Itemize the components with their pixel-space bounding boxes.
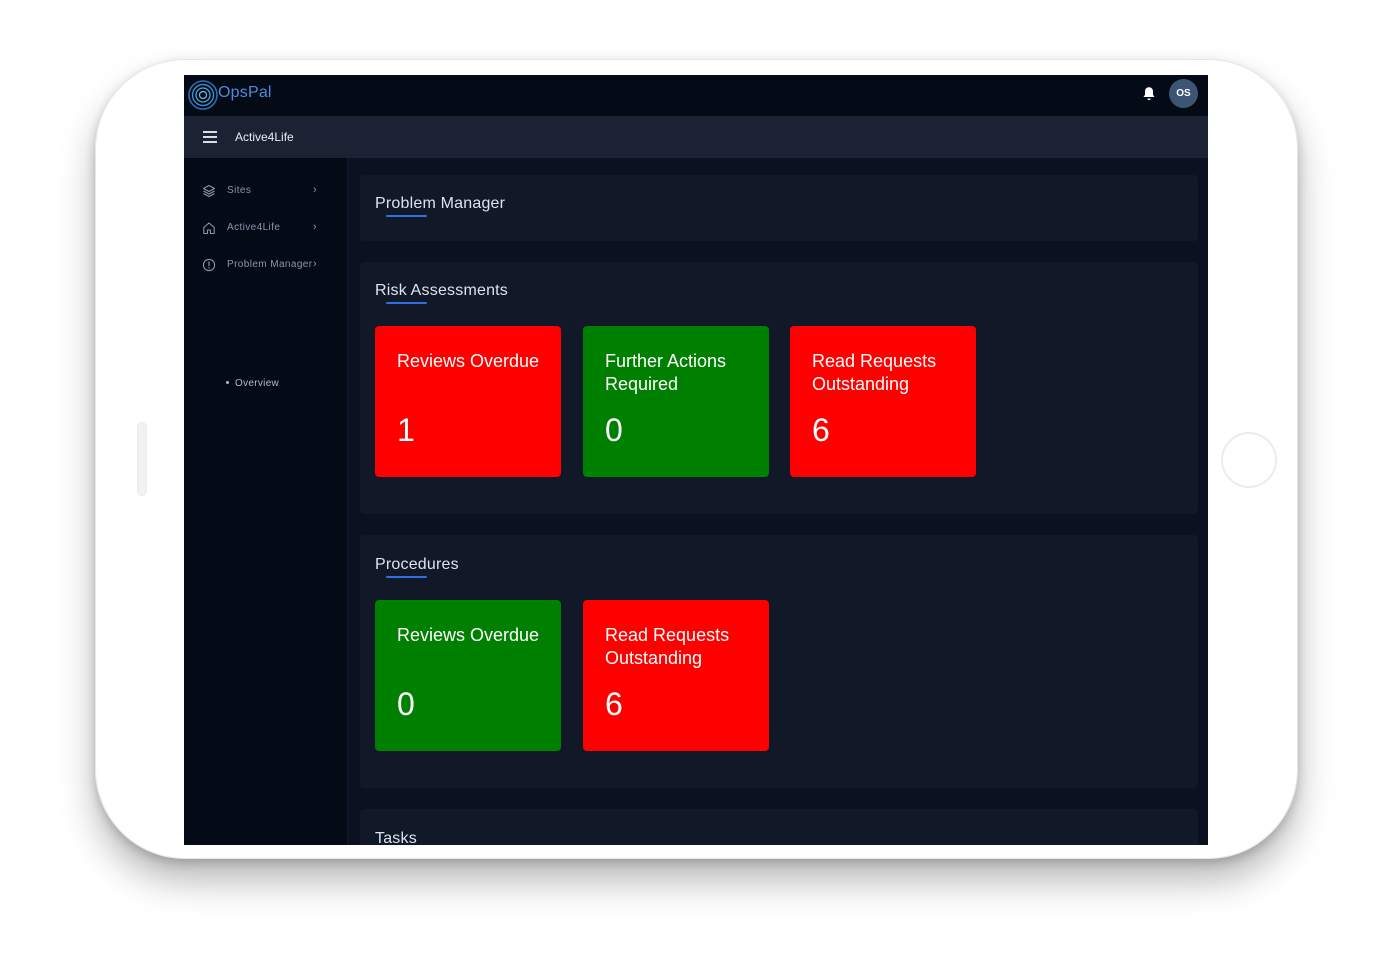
chevron-right-icon: › (313, 184, 317, 196)
sidebar: Sites › Active4Life › Problem Manager › … (184, 158, 348, 845)
tile-value: 1 (397, 412, 415, 448)
current-organisation: Active4Life (235, 130, 294, 144)
sidebar-subitem-label: Overview (235, 378, 280, 389)
opspal-logo-icon[interactable] (187, 79, 219, 111)
tasks-section: Tasks (360, 809, 1198, 845)
tile-proc-read-requests[interactable]: Read Requests Outstanding 6 (583, 600, 769, 751)
app-name: OpsPal (218, 84, 272, 101)
page-header-card: Problem Manager (360, 175, 1198, 241)
tile-value: 0 (605, 412, 623, 448)
tile-ra-reviews-overdue[interactable]: Reviews Overdue 1 (375, 326, 561, 477)
chevron-right-icon: › (313, 258, 317, 270)
tile-ra-read-requests[interactable]: Read Requests Outstanding 6 (790, 326, 976, 477)
sidebar-item-problem-manager[interactable]: Problem Manager › (202, 257, 342, 275)
context-bar: Active4Life (184, 116, 1208, 158)
tile-label: Read Requests Outstanding (812, 351, 937, 394)
tile-label: Further Actions Required (605, 351, 727, 394)
chevron-right-icon: › (313, 221, 317, 233)
title-underline (386, 215, 427, 217)
menu-toggle-icon[interactable] (203, 131, 217, 143)
tile-proc-reviews-overdue[interactable]: Reviews Overdue 0 (375, 600, 561, 751)
alert-circle-icon (202, 258, 216, 272)
sidebar-subitem-overview[interactable]: Overview (226, 378, 279, 389)
tablet-home-button (1221, 432, 1277, 488)
sidebar-item-label: Active4Life (227, 222, 281, 233)
title-underline (386, 302, 427, 304)
tile-value: 6 (605, 686, 623, 722)
page-title: Problem Manager (375, 195, 506, 212)
top-bar: OpsPal OS (184, 75, 1208, 116)
title-underline (386, 576, 427, 578)
sidebar-item-active4life[interactable]: Active4Life › (202, 220, 342, 238)
tile-value: 6 (812, 412, 830, 448)
home-icon (203, 222, 215, 235)
avatar-initials: OS (1176, 88, 1191, 99)
bullet-icon (226, 380, 229, 384)
tile-value: 0 (397, 686, 415, 722)
tablet-side-button (137, 422, 147, 496)
procedures-section: Procedures Reviews Overdue 0 Read Reques… (360, 535, 1198, 788)
section-title: Tasks (375, 830, 417, 845)
risk-assessments-section: Risk Assessments Reviews Overdue 1 Furth… (360, 262, 1198, 514)
sidebar-item-sites[interactable]: Sites › (202, 183, 342, 201)
user-avatar[interactable]: OS (1169, 79, 1198, 108)
tile-label: Read Requests Outstanding (605, 625, 730, 668)
section-title: Procedures (375, 556, 459, 573)
layers-icon (202, 184, 216, 198)
tile-label: Reviews Overdue (397, 351, 540, 371)
sidebar-item-label: Sites (227, 185, 252, 196)
section-title: Risk Assessments (375, 282, 509, 299)
app-screen: OpsPal OS Active4Life Sites › Active4Lif… (184, 75, 1208, 845)
tile-label: Reviews Overdue (397, 625, 540, 645)
notification-bell-icon[interactable] (1142, 86, 1156, 102)
sidebar-item-label: Problem Manager (227, 259, 313, 270)
tile-ra-further-actions[interactable]: Further Actions Required 0 (583, 326, 769, 477)
